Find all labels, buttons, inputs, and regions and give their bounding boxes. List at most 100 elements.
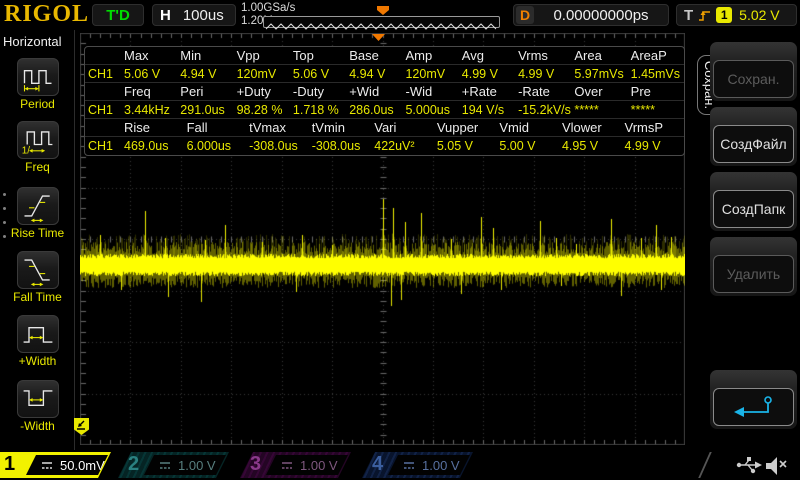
meas-value: -308.0us bbox=[246, 137, 309, 155]
sidebar-item-period[interactable]: Period bbox=[0, 58, 75, 111]
meas-header: Amp bbox=[402, 47, 458, 64]
dc-coupling-icon bbox=[403, 461, 415, 470]
menu-button-back[interactable] bbox=[710, 370, 797, 429]
meas-header: VrmsP bbox=[622, 119, 685, 136]
meas-header: -Wid bbox=[402, 83, 458, 100]
sidebar-item-neg-width[interactable]: -Width bbox=[0, 380, 75, 433]
sidebar-item-rise-time[interactable]: Rise Time bbox=[0, 187, 75, 240]
meas-header: Pre bbox=[628, 83, 684, 100]
meas-value: -15.2kV/s bbox=[515, 101, 571, 118]
measurement-header-row: Rise Fall tVmax tVmin Vari Vupper Vmid V… bbox=[85, 119, 684, 137]
meas-value: 4.95 V bbox=[559, 137, 622, 155]
delay-box[interactable]: D 0.00000000ps bbox=[513, 4, 669, 26]
sidebar-item-label: +Width bbox=[0, 354, 75, 368]
plus-width-icon bbox=[17, 315, 59, 353]
meas-header: Vpp bbox=[234, 47, 290, 64]
measurement-table: Max Min Vpp Top Base Amp Avg Vrms Area A… bbox=[84, 46, 685, 156]
dc-coupling-icon bbox=[41, 461, 53, 470]
rigol-logo: RIGOL bbox=[4, 1, 89, 28]
channel-label: CH1 bbox=[85, 137, 121, 155]
channel-label: CH1 bbox=[85, 101, 121, 118]
meas-header: Avg bbox=[459, 47, 515, 64]
meas-header: +Rate bbox=[459, 83, 515, 100]
oscilloscope-screen: RIGOL T'D H 100us 1.00GSa/s 1.20M pts D … bbox=[0, 0, 800, 480]
meas-header: AreaP bbox=[628, 47, 684, 64]
channel-scale: 1.00 V bbox=[422, 458, 460, 473]
meas-header: Over bbox=[571, 83, 627, 100]
measurement-header-row: Max Min Vpp Top Base Amp Avg Vrms Area A… bbox=[85, 47, 684, 65]
measurement-value-row: CH1 5.06 V 4.94 V 120mV 5.06 V 4.94 V 12… bbox=[85, 65, 684, 83]
menu-button-delete[interactable]: Удалить bbox=[710, 237, 797, 296]
menu-button-new-file[interactable]: СоздФайл bbox=[710, 107, 797, 166]
channel4-box[interactable]: 4 1.00 V bbox=[362, 452, 476, 478]
measurement-value-row: CH1 469.0us 6.000us -308.0us -308.0us 42… bbox=[85, 137, 684, 155]
meas-header: Vmid bbox=[496, 119, 559, 136]
fall-time-icon bbox=[17, 251, 59, 289]
meas-header: Area bbox=[571, 47, 627, 64]
sidebar-item-freq[interactable]: 1/ Freq bbox=[0, 121, 75, 174]
meas-header: Min bbox=[177, 47, 233, 64]
sample-rate: 1.00GSa/s bbox=[241, 2, 295, 15]
menu-button-save[interactable]: Сохран. bbox=[710, 42, 797, 101]
channel2-box[interactable]: 2 1.00 V bbox=[118, 452, 232, 478]
waveform-preview-strip bbox=[263, 16, 500, 28]
meas-header: Vari bbox=[371, 119, 434, 136]
meas-value: -308.0us bbox=[309, 137, 372, 155]
channel1-box[interactable]: 1 50.0mV bbox=[0, 452, 114, 478]
meas-value: 4.99 V bbox=[622, 137, 685, 155]
return-arrow-icon bbox=[730, 394, 778, 420]
meas-header: Vlower bbox=[559, 119, 622, 136]
scroll-dot bbox=[3, 221, 6, 224]
trigger-status-badge: T'D bbox=[92, 4, 144, 26]
meas-value: 291.0us bbox=[177, 101, 233, 118]
scroll-dot bbox=[3, 235, 6, 238]
delay-value: 0.00000000ps bbox=[534, 7, 668, 24]
meas-value: ***** bbox=[628, 101, 684, 118]
meas-value: 194 V/s bbox=[459, 101, 515, 118]
channel3-box[interactable]: 3 1.00 V bbox=[240, 452, 354, 478]
meas-value: 5.06 V bbox=[121, 65, 177, 82]
sidebar-item-pos-width[interactable]: +Width bbox=[0, 315, 75, 368]
horizontal-label: H bbox=[160, 7, 171, 24]
channel-scale: 1.00 V bbox=[300, 458, 338, 473]
scroll-dot bbox=[3, 207, 6, 210]
save-menu-panel: Сохран. Сохран. СоздФайл СоздПапк Удалит… bbox=[685, 30, 800, 450]
trigger-label: T bbox=[684, 7, 693, 24]
sidebar-item-label: Period bbox=[0, 97, 75, 111]
meas-value: 286.0us bbox=[346, 101, 402, 118]
meas-value: 5.06 V bbox=[290, 65, 346, 82]
meas-value: 469.0us bbox=[121, 137, 184, 155]
trigger-status-text: T'D bbox=[106, 7, 130, 24]
rise-time-icon bbox=[17, 187, 59, 225]
rising-edge-icon bbox=[698, 8, 711, 23]
trigger-box[interactable]: T 1 5.02 V bbox=[676, 4, 797, 26]
meas-value: 1.718 % bbox=[290, 101, 346, 118]
sidebar-item-fall-time[interactable]: Fall Time bbox=[0, 251, 75, 304]
channel-number: 4 bbox=[372, 453, 383, 476]
sidebar-item-label: Rise Time bbox=[0, 226, 75, 240]
meas-header: Rise bbox=[121, 119, 184, 136]
meas-header: -Duty bbox=[290, 83, 346, 100]
channel-status-bar: 1 50.0mV 2 1.00 V 3 bbox=[0, 450, 800, 480]
channel-number: 1 bbox=[4, 453, 15, 476]
meas-header: Peri bbox=[177, 83, 233, 100]
meas-value: ***** bbox=[571, 101, 627, 118]
freq-icon: 1/ bbox=[17, 121, 59, 159]
preview-trigger-position-icon[interactable] bbox=[377, 6, 389, 15]
meas-header: Fall bbox=[184, 119, 247, 136]
preview-zigzag bbox=[264, 20, 499, 30]
meas-value: 5.00 V bbox=[496, 137, 559, 155]
channel-number: 2 bbox=[128, 453, 139, 476]
status-divider bbox=[698, 452, 712, 478]
meas-value: 4.94 V bbox=[177, 65, 233, 82]
meas-value: 6.000us bbox=[184, 137, 247, 155]
meas-value: 1.45mVs bbox=[628, 65, 684, 82]
timebase-box[interactable]: H 100us bbox=[152, 4, 236, 26]
measurement-header-row: Freq Peri +Duty -Duty +Wid -Wid +Rate -R… bbox=[85, 83, 684, 101]
menu-button-new-folder[interactable]: СоздПапк bbox=[710, 172, 797, 231]
channel-scale: 1.00 V bbox=[178, 458, 216, 473]
meas-value: 4.99 V bbox=[515, 65, 571, 82]
meas-value: 5.05 V bbox=[434, 137, 497, 155]
meas-value: 5.97mVs bbox=[571, 65, 627, 82]
svg-text:1/: 1/ bbox=[21, 146, 29, 157]
